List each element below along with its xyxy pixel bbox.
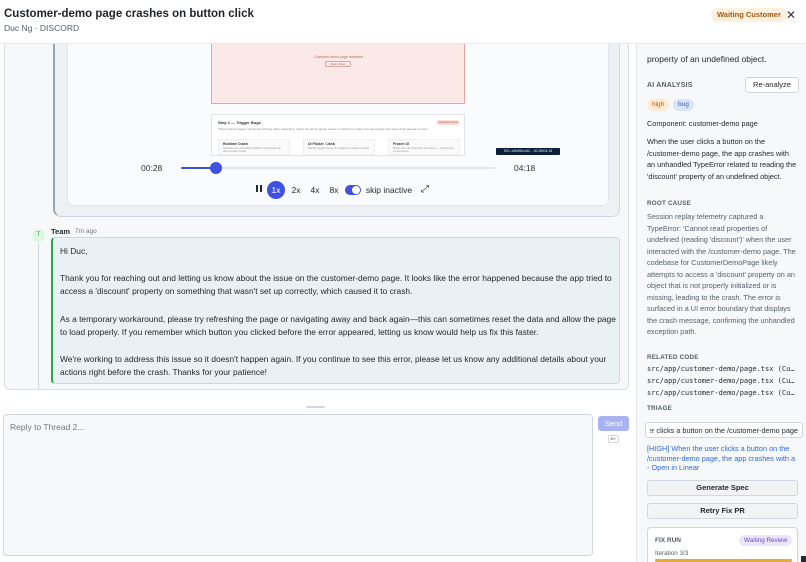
- message-bubble: Hi Duc, Thank you for reaching out and l…: [51, 237, 620, 384]
- message-author: Team: [51, 227, 71, 236]
- step-card-desc: Rapidly toggles layout and triggers a vi…: [308, 147, 370, 150]
- retry-fix-pr-button[interactable]: Retry Fix PR: [647, 503, 798, 519]
- thread-line: [38, 243, 39, 389]
- speed-1x-button[interactable]: 1x: [267, 181, 285, 199]
- frame-button: Retry Now: [325, 61, 351, 67]
- root-cause-text: Session replay telemetry captured a Type…: [647, 212, 796, 336]
- fix-run-label: FIX RUN: [655, 537, 681, 544]
- root-cause-heading: ROOT CAUSE: [647, 200, 691, 207]
- status-badge[interactable]: Waiting Customer: [711, 8, 787, 22]
- replay-viewport[interactable]: Customer-demo page rendered Retry Now St…: [67, 44, 609, 206]
- component-line: Component: customer-demo page: [647, 118, 799, 130]
- ticket-header: Customer-demo page crashes on button cli…: [0, 0, 806, 44]
- step-description: These buttons trigger intentional UI bug…: [218, 127, 428, 131]
- component-value: customer-demo page: [688, 119, 758, 128]
- replay-frame-steps: Step 1 — Trigger Bugs Checkout Flow Thes…: [211, 114, 465, 156]
- severity-tag: high: [647, 99, 670, 111]
- step-card: Runtime Crash Simulates an unhandled Typ…: [218, 139, 290, 155]
- window-corner: [801, 556, 806, 562]
- step-card-title: UI Flicker / Jank: [308, 142, 335, 146]
- generate-spec-button[interactable]: Generate Spec: [647, 480, 798, 496]
- related-code-heading: RELATED CODE: [647, 354, 699, 361]
- total-time: 04:18: [514, 163, 536, 173]
- keyboard-shortcut-hint: ⌘↵: [608, 435, 619, 443]
- skip-inactive-label: skip inactive: [365, 185, 413, 195]
- triage-input[interactable]: [645, 422, 803, 438]
- message-paragraph: As a temporary workaround, please try re…: [60, 314, 616, 337]
- skip-inactive-toggle[interactable]: [345, 185, 361, 195]
- triage-heading: TRIAGE: [647, 405, 672, 412]
- message-paragraph: We're working to address this issue so i…: [60, 354, 607, 377]
- step-card-title: Frozen UI: [393, 142, 409, 146]
- avatar: T: [32, 229, 45, 242]
- send-button[interactable]: Send: [598, 416, 629, 431]
- session-id-chip: SID: a3b9f8c4d2... 00:28/04:18: [496, 148, 560, 155]
- fix-run-iteration: Iteration 3/3: [655, 550, 689, 557]
- type-tag: bug: [673, 99, 694, 111]
- related-code-link[interactable]: src/app/customer-demo/page.tsx (Cu…: [647, 377, 799, 385]
- message-paragraph: Thank you for reaching out and letting u…: [60, 273, 612, 296]
- step-card-desc: Simulates an unhandled TypeError that br…: [223, 147, 281, 153]
- session-replay-card: Customer-demo page rendered Retry Now St…: [53, 44, 620, 217]
- related-code-link[interactable]: src/app/customer-demo/page.tsx (Cu…: [647, 389, 799, 397]
- summary-tail: property of an undefined object.: [647, 54, 767, 64]
- step-tag: Checkout Flow: [437, 120, 459, 125]
- speed-2x-button[interactable]: 2x: [290, 181, 302, 199]
- ticket-detail-view: Customer-demo page crashes on button cli…: [0, 0, 806, 562]
- analysis-summary: When the user clicks a button on the /cu…: [647, 137, 797, 181]
- speed-4x-button[interactable]: 4x: [309, 181, 321, 199]
- linear-issue-link[interactable]: [HIGH] When the user clicks a button on …: [647, 444, 799, 473]
- ticket-title: Customer-demo page crashes on button cli…: [4, 8, 254, 20]
- toggle-knob: [352, 186, 360, 194]
- replay-frame-error: Customer-demo page rendered Retry Now: [211, 44, 465, 104]
- resize-handle[interactable]: [306, 406, 325, 408]
- thread-panel: Customer-demo page rendered Retry Now St…: [4, 44, 629, 390]
- ai-analysis-heading: AI ANALYSIS: [647, 82, 693, 89]
- fix-run-status-badge: Waiting Review: [739, 535, 793, 546]
- message-paragraph: Hi Duc,: [60, 246, 88, 256]
- fix-run-card: FIX RUN Waiting Review Iteration 3/3: [647, 527, 798, 562]
- reply-input[interactable]: [3, 414, 593, 556]
- scrubber-thumb[interactable]: [209, 162, 222, 174]
- step-card-title: Runtime Crash: [223, 142, 248, 146]
- current-time: 00:28: [141, 163, 163, 173]
- step-card: UI Flicker / Jank Rapidly toggles layout…: [303, 139, 375, 155]
- step-card-desc: Blocks the main thread for 3 seconds — U…: [393, 147, 454, 153]
- fullscreen-icon[interactable]: ⤢: [419, 181, 431, 199]
- step-card: Frozen UI Blocks the main thread for 3 s…: [388, 139, 460, 155]
- related-code-link[interactable]: src/app/customer-demo/page.tsx (Cu…: [647, 365, 799, 373]
- pause-icon[interactable]: [254, 181, 264, 199]
- frame-text: Customer-demo page rendered: [314, 55, 363, 59]
- step-title: Step 1 — Trigger Bugs: [218, 120, 261, 125]
- analysis-sidebar: property of an undefined object. AI ANAL…: [636, 44, 806, 562]
- close-icon[interactable]: ✕: [784, 7, 798, 23]
- message-timestamp: 7m ago: [75, 228, 97, 235]
- reanalyze-button[interactable]: Re-analyze: [745, 77, 799, 93]
- ticket-subtitle: Duc Ng · DISCORD: [4, 23, 80, 33]
- replay-scrubber[interactable]: [181, 162, 495, 174]
- component-label: Component:: [647, 119, 687, 128]
- speed-8x-button[interactable]: 8x: [328, 181, 340, 199]
